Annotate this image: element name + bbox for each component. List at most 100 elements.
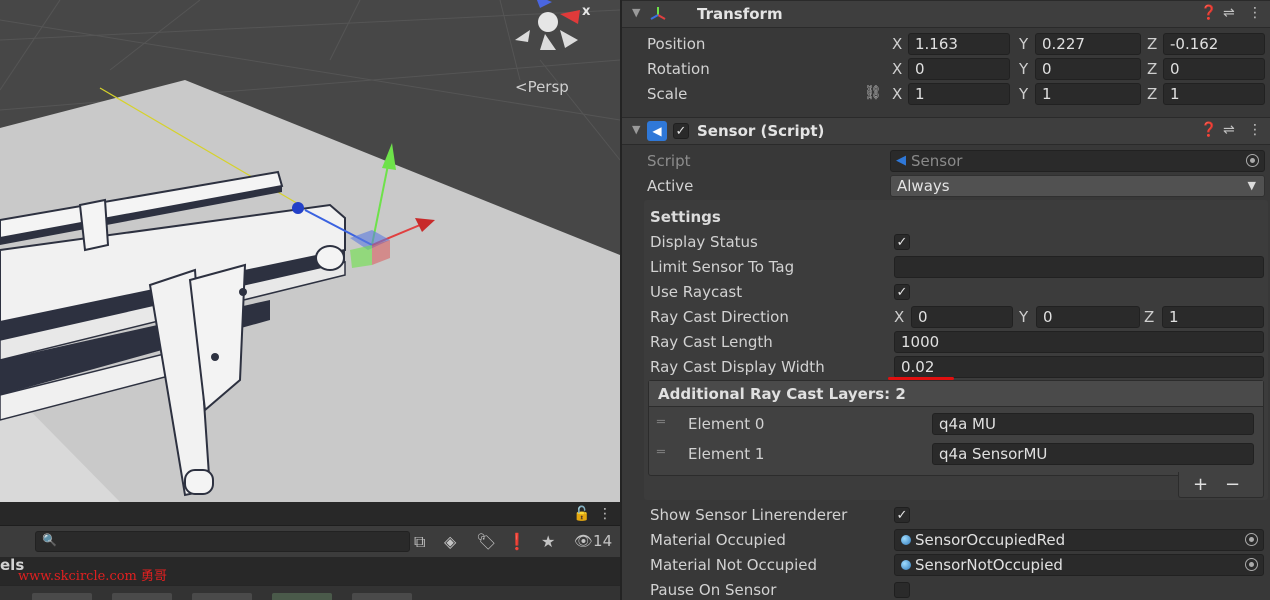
position-label: Position: [647, 35, 706, 53]
presets-icon[interactable]: ⇌: [1223, 122, 1235, 138]
scale-x-field[interactable]: 1: [908, 83, 1010, 105]
asset-thumbnail[interactable]: [112, 593, 172, 600]
axis-y-label[interactable]: Y: [1019, 35, 1028, 53]
axis-y-label[interactable]: Y: [1019, 308, 1028, 326]
element-0-label: Element 0: [688, 415, 765, 433]
display-status-checkbox[interactable]: ✓: [894, 234, 910, 250]
axis-z-label[interactable]: Z: [1147, 85, 1157, 103]
project-toolbar: 🔍 ⧉ ◈ 🏷 ❗ ★ 👁14: [0, 526, 620, 557]
scale-z-field[interactable]: 1: [1163, 83, 1265, 105]
use-raycast-label: Use Raycast: [650, 283, 743, 301]
position-z-field[interactable]: -0.162: [1163, 33, 1265, 55]
show-linerenderer-checkbox[interactable]: ✓: [894, 507, 910, 523]
asset-thumbnail[interactable]: [352, 593, 412, 600]
constrain-proportions-icon[interactable]: ⛓: [864, 85, 882, 101]
transform-title: Transform: [697, 5, 783, 23]
ray-direction-x-field[interactable]: 0: [911, 306, 1013, 328]
help-icon[interactable]: ❓: [1200, 122, 1217, 138]
filter-by-label-icon[interactable]: 🏷: [476, 532, 496, 551]
ray-width-label: Ray Cast Display Width: [650, 358, 825, 376]
hidden-count[interactable]: 👁14: [574, 532, 612, 550]
active-value: Always: [897, 177, 950, 195]
favorites-star-icon[interactable]: ★: [541, 532, 555, 551]
scale-y-field[interactable]: 1: [1035, 83, 1141, 105]
kebab-menu-icon[interactable]: ⋮: [598, 506, 612, 522]
drag-handle-icon[interactable]: ═: [657, 415, 665, 430]
kebab-menu-icon[interactable]: ⋮: [1248, 5, 1262, 21]
warning-filter-icon[interactable]: ❗: [507, 532, 527, 551]
rotation-z-field[interactable]: 0: [1163, 58, 1265, 80]
kebab-menu-icon[interactable]: ⋮: [1248, 122, 1262, 138]
axis-y-label[interactable]: Y: [1019, 85, 1028, 103]
use-raycast-checkbox[interactable]: ✓: [894, 284, 910, 300]
axis-x-label[interactable]: X: [892, 60, 902, 78]
axis-z-label[interactable]: Z: [1144, 308, 1154, 326]
sensor-title: Sensor (Script): [697, 122, 825, 140]
element-0-field[interactable]: q4a MU: [932, 413, 1254, 435]
presets-icon[interactable]: ⇌: [1223, 5, 1235, 21]
material-occupied-value: SensorOccupiedRed: [915, 531, 1066, 549]
project-tab-bar: 🔓 ⋮: [0, 502, 620, 526]
ray-direction-y-field[interactable]: 0: [1036, 306, 1140, 328]
drag-handle-icon[interactable]: ═: [657, 445, 665, 460]
material-not-occupied-field[interactable]: SensorNotOccupied: [894, 554, 1264, 576]
raycast-layers-header[interactable]: Additional Ray Cast Layers: 2: [649, 381, 1263, 407]
axis-z-label[interactable]: Z: [1147, 60, 1157, 78]
axis-y-label[interactable]: Y: [1019, 60, 1028, 78]
sensor-header[interactable]: ▼ ◀ ✓ Sensor (Script) ❓ ⇌ ⋮: [622, 117, 1270, 145]
watermark-text: www.skcircle.com 勇哥: [18, 569, 168, 584]
script-icon: ◀: [647, 121, 667, 141]
ray-direction-label: Ray Cast Direction: [650, 308, 789, 326]
lock-icon[interactable]: 🔓: [573, 506, 590, 522]
display-status-label: Display Status: [650, 233, 758, 251]
position-x-field[interactable]: 1.163: [908, 33, 1010, 55]
position-y-field[interactable]: 0.227: [1035, 33, 1141, 55]
asset-thumbnail[interactable]: [32, 593, 92, 600]
search-icon: 🔍: [42, 533, 57, 547]
search-input[interactable]: 🔍: [35, 531, 410, 552]
rotation-y-field[interactable]: 0: [1035, 58, 1141, 80]
axis-z-label[interactable]: Z: [1147, 35, 1157, 53]
element-1-label: Element 1: [688, 445, 765, 463]
script-label: Script: [647, 152, 691, 170]
fold-arrow-icon[interactable]: ▼: [632, 6, 640, 19]
project-panel: 🔓 ⋮ 🔍 ⧉ ◈ 🏷 ❗ ★ 👁14 els www.skcircle.com…: [0, 502, 620, 600]
ray-width-field[interactable]: 0.02: [894, 356, 1264, 378]
axis-x-label[interactable]: X: [892, 35, 902, 53]
add-element-button[interactable]: +: [1193, 474, 1208, 495]
material-occupied-label: Material Occupied: [650, 531, 786, 549]
object-picker-icon[interactable]: [1245, 558, 1258, 571]
material-icon: [901, 560, 911, 570]
rotation-x-field[interactable]: 0: [908, 58, 1010, 80]
material-not-occupied-value: SensorNotOccupied: [915, 556, 1063, 574]
axis-x-label[interactable]: X: [894, 308, 904, 326]
object-picker-icon[interactable]: [1246, 154, 1259, 167]
remove-element-button[interactable]: −: [1225, 474, 1240, 495]
axis-x-label[interactable]: X: [892, 85, 902, 103]
component-enabled-checkbox[interactable]: ✓: [673, 123, 689, 139]
transform-header[interactable]: ▼ Transform ❓ ⇌ ⋮: [622, 0, 1270, 28]
scene-view[interactable]: x <Persp: [0, 0, 620, 502]
fold-arrow-icon[interactable]: ▼: [632, 123, 640, 136]
element-1-field[interactable]: q4a SensorMU: [932, 443, 1254, 465]
limit-tag-label: Limit Sensor To Tag: [650, 258, 795, 276]
help-icon[interactable]: ❓: [1200, 5, 1217, 21]
pause-on-sensor-checkbox[interactable]: [894, 582, 910, 598]
search-by-type-icon[interactable]: ⧉: [414, 532, 425, 552]
ray-length-field[interactable]: 1000: [894, 331, 1264, 353]
ray-direction-z-field[interactable]: 1: [1162, 306, 1264, 328]
active-dropdown[interactable]: Always ▼: [890, 175, 1265, 197]
asset-thumbnail[interactable]: [272, 593, 332, 600]
object-picker-icon[interactable]: [1245, 533, 1258, 546]
script-field[interactable]: ◀ Sensor: [890, 150, 1265, 172]
asset-thumbnail[interactable]: [192, 593, 252, 600]
show-linerenderer-label: Show Sensor Linerenderer: [650, 506, 848, 524]
material-occupied-field[interactable]: SensorOccupiedRed: [894, 529, 1264, 551]
filter-by-type-icon[interactable]: ◈: [444, 532, 456, 551]
limit-tag-field[interactable]: [894, 256, 1264, 278]
scale-label: Scale: [647, 85, 688, 103]
script-icon: ◀: [896, 153, 906, 168]
camera-mode-label[interactable]: <Persp: [515, 78, 569, 96]
gizmo-axis-label[interactable]: x: [582, 4, 590, 19]
scene-canvas[interactable]: [0, 0, 620, 502]
